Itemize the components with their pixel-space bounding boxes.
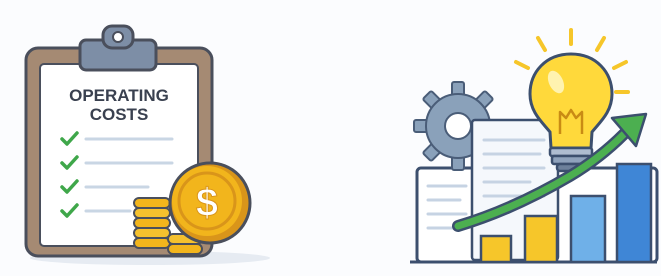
bar: [569, 194, 607, 264]
growth-illustration: [410, 28, 659, 264]
clip-icon: [78, 24, 158, 72]
coin-dollar-symbol: $: [196, 181, 218, 225]
illustration-svg: OPERATING COSTS $: [24, 24, 659, 265]
illustration-canvas: OPERATING COSTS $: [0, 0, 661, 276]
bar: [615, 162, 653, 264]
bar: [523, 214, 559, 264]
clipboard-illustration: OPERATING COSTS $: [24, 24, 270, 265]
clipboard-title-line2: COSTS: [90, 105, 149, 124]
bar: [479, 234, 513, 264]
clipboard-title-line1: OPERATING: [69, 86, 169, 105]
dollar-coin-icon: $: [168, 161, 252, 245]
